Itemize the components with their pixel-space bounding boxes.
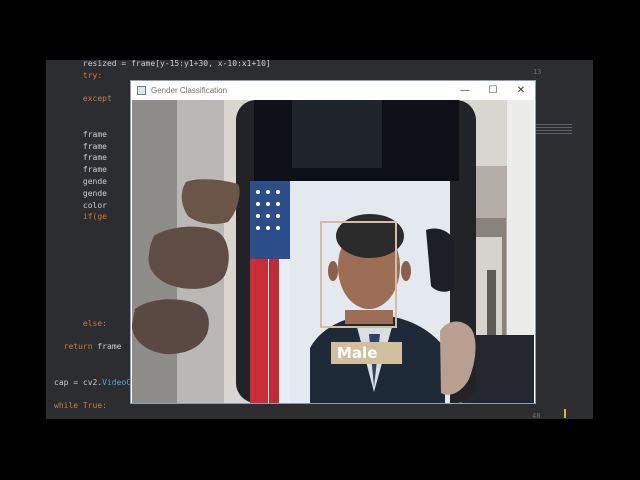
code-line[interactable]: else: [54,318,107,329]
code-line[interactable]: if(ge [54,211,107,222]
code-line[interactable]: cap = cv2.VideoCa [54,377,136,388]
line-number-bottom: 48 [532,412,541,419]
face-detection-box [320,221,397,328]
code-line[interactable]: except [54,93,112,104]
code-line[interactable]: try: [54,70,102,81]
close-button[interactable]: ✕ [507,81,535,100]
code-line[interactable]: resized = frame[y-15:y1+30, x-10:x1+10] [54,60,271,69]
code-line[interactable]: color [54,200,107,211]
code-line[interactable]: frame [54,164,107,175]
code-line[interactable]: while True: [54,400,107,411]
minimize-button[interactable]: — [451,81,479,100]
scrollbar-marker[interactable] [564,409,566,418]
code-line[interactable]: gende [54,188,107,199]
maximize-button[interactable]: ☐ [479,81,507,100]
camera-frame: Male [132,100,534,403]
window-titlebar[interactable]: Gender Classification — ☐ ✕ [131,81,535,100]
window-title: Gender Classification [151,86,228,95]
code-line[interactable]: frame [54,141,107,152]
line-number-top: 13 [533,68,542,76]
code-right-column: four capt capt videwhile Tr ret, if n if… [582,60,593,419]
code-line[interactable]: gende [54,176,107,187]
gender-classification-window[interactable]: Gender Classification — ☐ ✕ Male [130,80,536,404]
gender-label: Male [331,342,402,364]
app-window-icon [137,86,146,95]
code-line[interactable]: return frame [54,341,122,352]
code-line[interactable]: frame [54,129,107,140]
code-line[interactable]: frame [54,152,107,163]
